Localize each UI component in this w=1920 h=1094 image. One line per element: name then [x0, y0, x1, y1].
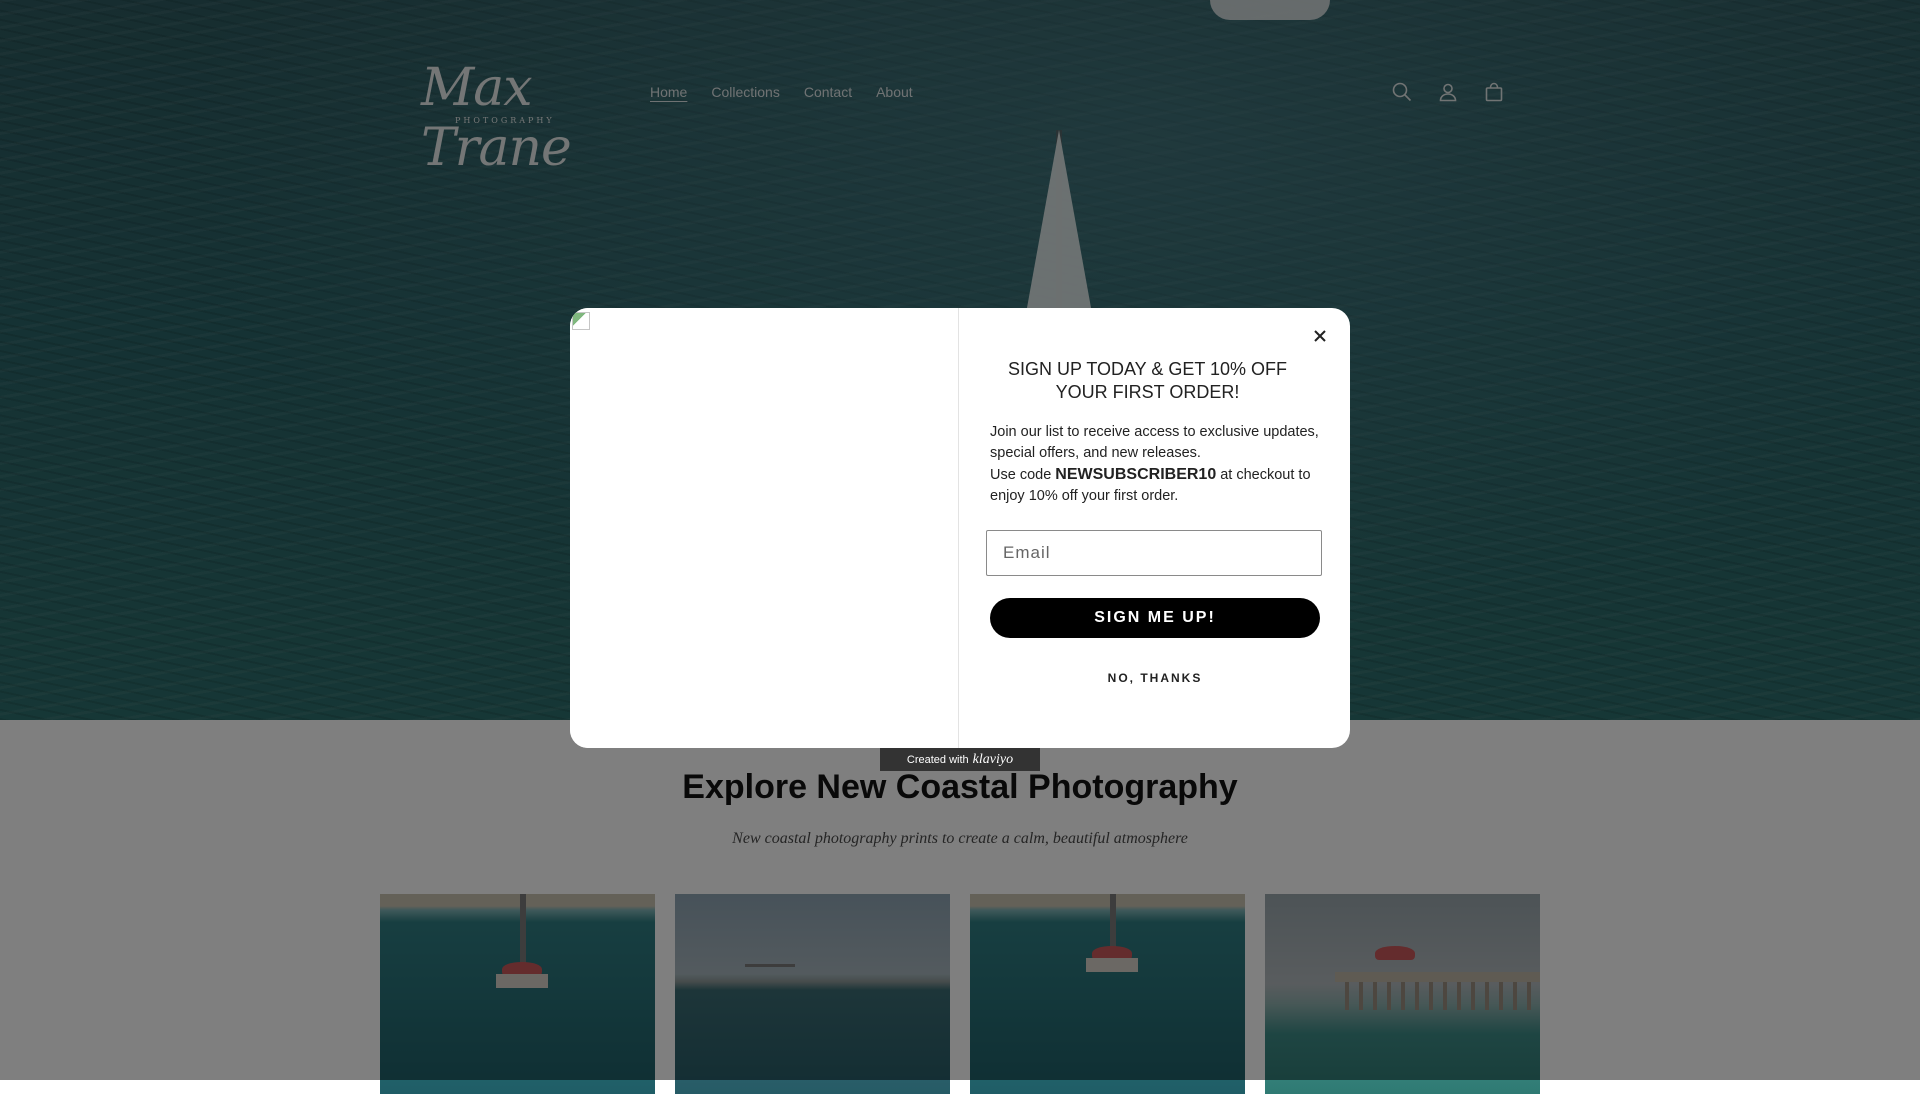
code-prefix: Use code: [990, 467, 1056, 483]
badge-prefix: Created with: [906, 753, 969, 766]
close-icon: [1308, 324, 1332, 348]
popup-image: [570, 308, 959, 748]
close-button[interactable]: [1307, 323, 1333, 349]
email-input[interactable]: [986, 530, 1322, 576]
popup-code-text: Use code NEWSUBSCRIBER10 at checkout to …: [990, 464, 1320, 507]
broken-image-icon: [572, 312, 590, 330]
popup-body: Join our list to receive access to exclu…: [990, 422, 1320, 507]
signup-popup: SIGN UP TODAY & GET 10% OFF YOUR FIRST O…: [570, 308, 1350, 748]
sign-me-up-button[interactable]: SIGN ME UP!: [990, 598, 1320, 638]
popup-heading: SIGN UP TODAY & GET 10% OFF YOUR FIRST O…: [1007, 359, 1288, 402]
no-thanks-button[interactable]: NO, THANKS: [990, 668, 1320, 688]
discount-code: NEWSUBSCRIBER10: [1055, 466, 1217, 483]
popup-body-text: Join our list to receive access to exclu…: [990, 424, 1319, 461]
klaviyo-logo: klaviyo: [972, 751, 1014, 767]
klaviyo-badge[interactable]: Created with klaviyo: [880, 748, 1040, 771]
